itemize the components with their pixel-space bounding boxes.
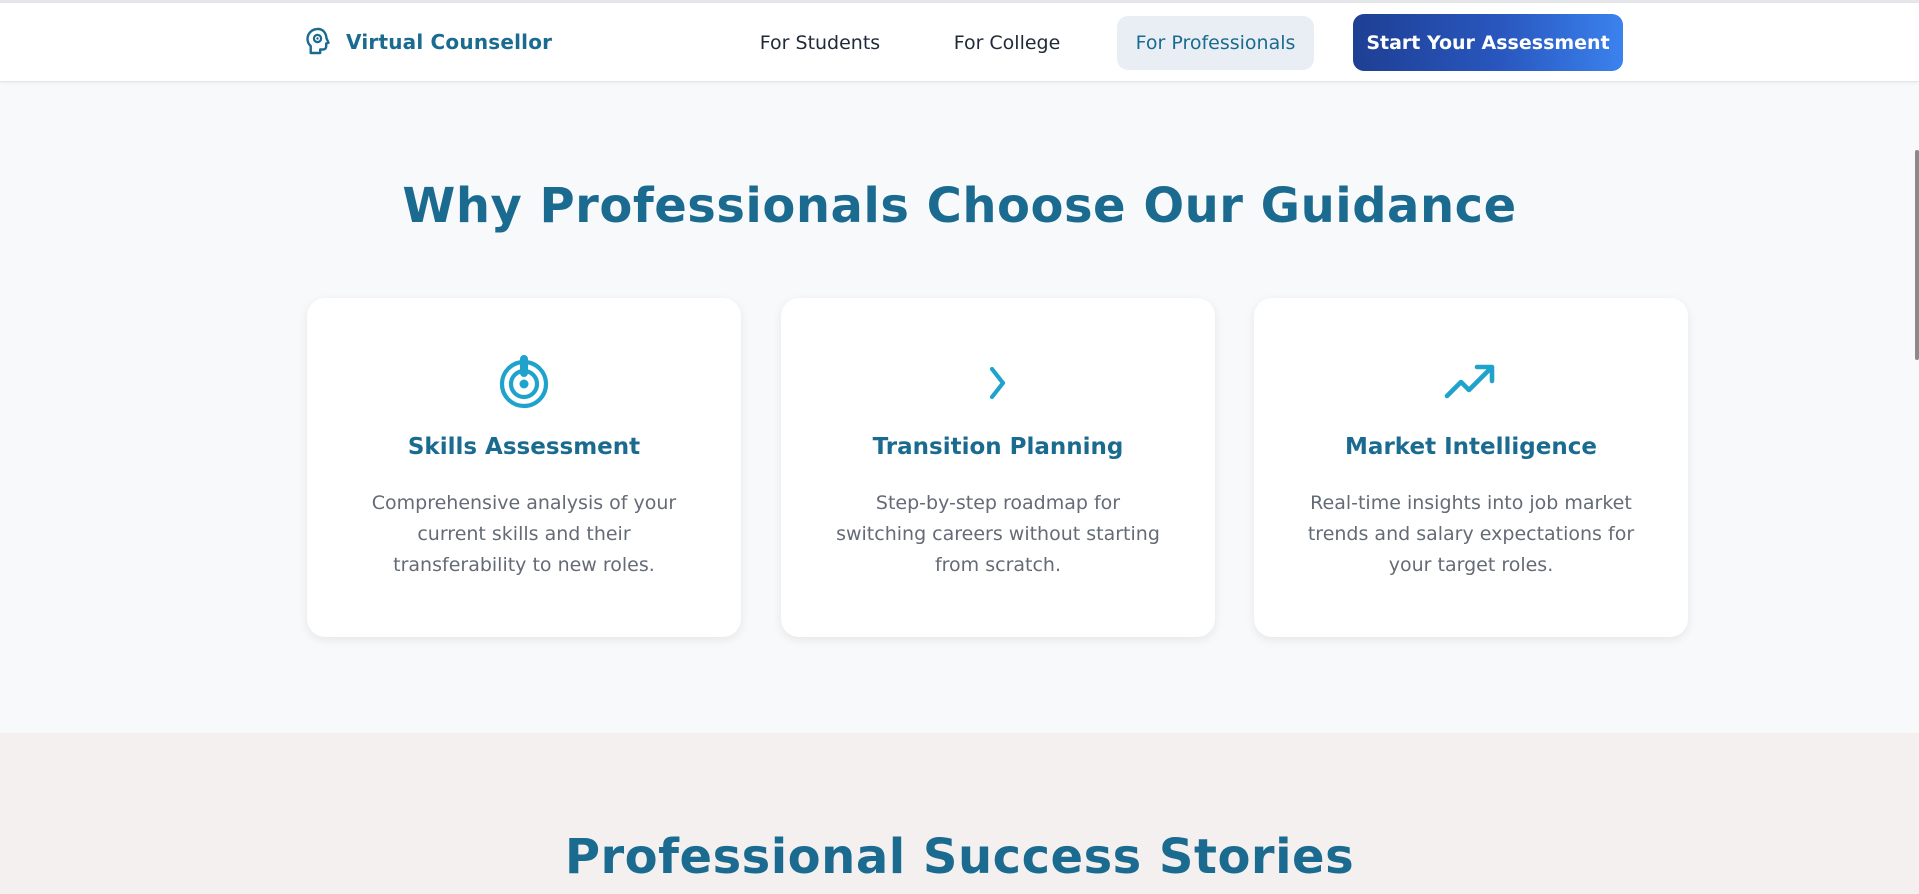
chevron-right-icon [989,366,1006,400]
card-title: Transition Planning [872,434,1124,460]
brand-logo[interactable]: Virtual Counsellor [302,26,552,58]
card-title: Skills Assessment [407,434,641,460]
card-description: Step-by-step roadmap for switching caree… [836,492,1160,576]
start-assessment-button[interactable]: Start Your Assessment [1353,14,1623,71]
scrollbar-thumb[interactable] [1915,150,1919,360]
target-icon [499,355,549,409]
nav-for-college[interactable]: For College [931,16,1083,70]
trending-up-icon [1444,364,1495,399]
card-description: Comprehensive analysis of your current s… [371,492,677,576]
success-stories-title: Professional Success Stories [564,829,1355,885]
nav-for-professionals[interactable]: For Professionals [1117,16,1314,70]
brain-head-icon [306,27,330,55]
card-title: Market Intelligence [1345,434,1597,460]
why-section-title: Why Professionals Choose Our Guidance [402,178,1517,234]
feature-card-skills-assessment: Skills Assessment Comprehensive analysis… [307,298,741,637]
site-header: Virtual Counsellor For Students For Coll… [0,3,1919,82]
nav-for-students[interactable]: For Students [740,16,900,70]
feature-card-market-intelligence: Market Intelligence Real-time insights i… [1254,298,1688,637]
card-description: Real-time insights into job market trend… [1307,492,1635,576]
feature-card-transition-planning: Transition Planning Step-by-step roadmap… [781,298,1215,637]
brand-name: Virtual Counsellor [346,30,553,54]
